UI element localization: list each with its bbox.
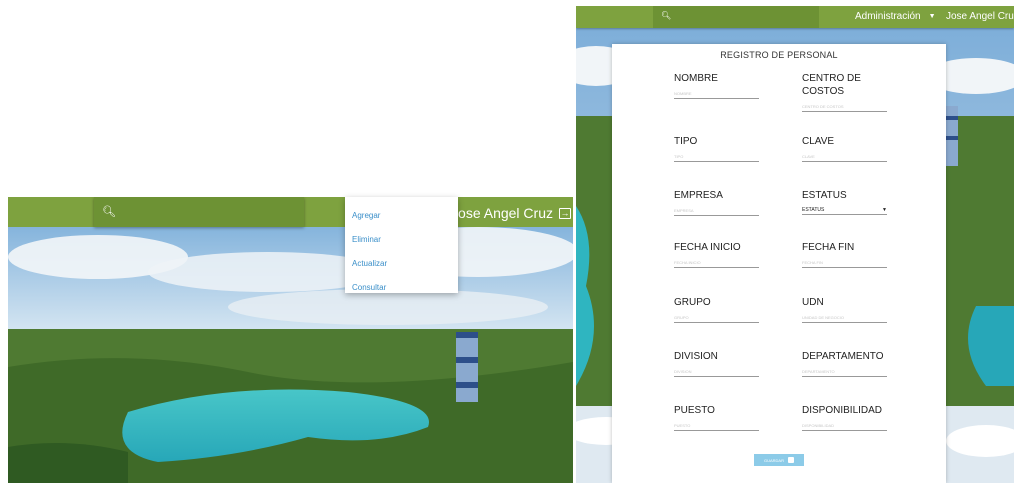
search-box[interactable]: 🔍︎	[94, 197, 304, 227]
field-disponibilidad: DISPONIBILIDAD DISPONIBILIDAD	[802, 404, 887, 431]
field-label: FECHA INICIO	[674, 242, 741, 253]
empresa-input[interactable]: EMPRESA	[674, 207, 759, 216]
top-nav-bar: 🔍︎ Jose Angel Cruz →	[8, 197, 573, 227]
search-icon: 🔍︎	[102, 206, 116, 218]
save-disk-icon	[788, 457, 794, 463]
nombre-input[interactable]: NOMBRE	[674, 90, 759, 99]
field-label: CLAVE	[802, 136, 835, 147]
puesto-input[interactable]: PUESTO	[674, 422, 759, 431]
field-centro-costos: CENTRO DE COSTOS CENTRO DE COSTOS	[802, 72, 887, 112]
field-label: FECHA FIN	[802, 242, 855, 253]
field-grupo: GRUPO GRUPO	[674, 296, 759, 323]
clave-input[interactable]: CLAVE	[802, 153, 887, 162]
field-fecha-fin: FECHA FIN FECHA FIN	[802, 241, 887, 268]
field-estatus: ESTATUS ESTATUS ▼	[802, 189, 887, 215]
field-label: EMPRESA	[674, 190, 723, 201]
caret-down-icon: ▼	[928, 13, 936, 20]
field-label: GRUPO	[674, 297, 711, 308]
disponibilidad-input[interactable]: DISPONIBILIDAD	[802, 422, 887, 431]
user-name[interactable]: Jose Angel Cruz	[946, 11, 1014, 22]
field-empresa: EMPRESA EMPRESA	[674, 189, 759, 216]
right-panel: 🔍︎ Administración ▼ Jose Angel Cruz REGI…	[576, 6, 1014, 483]
save-button[interactable]: GUARDAR	[754, 454, 804, 466]
grupo-input[interactable]: GRUPO	[674, 314, 759, 323]
field-label: NOMBRE	[674, 73, 718, 84]
admin-menu[interactable]: Administración ▼	[855, 11, 936, 22]
field-udn: UDN UNIDAD DE NEGOCIO	[802, 296, 887, 323]
select-value: ESTATUS	[802, 207, 825, 213]
search-box[interactable]: 🔍︎	[653, 6, 819, 28]
centro-costos-input[interactable]: CENTRO DE COSTOS	[802, 103, 887, 112]
tipo-input[interactable]: TIPO	[674, 153, 759, 162]
field-label: DISPONIBILIDAD	[802, 405, 883, 416]
field-puesto: PUESTO PUESTO	[674, 404, 759, 431]
departamento-input[interactable]: DEPARTAMENTO	[802, 368, 887, 377]
menu-item-agregar[interactable]: Agregar	[345, 203, 458, 227]
admin-label: Administración	[855, 11, 921, 22]
field-label: TIPO	[674, 136, 698, 147]
form-title: REGISTRO DE PERSONAL	[720, 50, 838, 60]
field-label: CENTRO DE COSTOS	[802, 73, 861, 97]
field-departamento: DEPARTAMENTO DEPARTAMENTO	[802, 350, 887, 377]
field-tipo: TIPO TIPO	[674, 135, 759, 162]
field-label: PUESTO	[674, 405, 715, 416]
field-label: UDN	[802, 297, 824, 308]
field-clave: CLAVE CLAVE	[802, 135, 887, 162]
top-nav-bar: 🔍︎ Administración ▼ Jose Angel Cruz	[576, 6, 1014, 28]
user-menu[interactable]: Jose Angel Cruz →	[451, 203, 573, 223]
logout-icon[interactable]: →	[559, 207, 571, 219]
field-division: DIVISION DIVISION	[674, 350, 759, 377]
search-icon: 🔍︎	[661, 11, 672, 20]
landscape-background	[8, 197, 573, 483]
caret-down-icon: ▼	[882, 207, 887, 213]
field-nombre: NOMBRE NOMBRE	[674, 72, 759, 99]
menu-item-actualizar[interactable]: Actualizar	[345, 251, 458, 275]
division-input[interactable]: DIVISION	[674, 368, 759, 377]
registration-form: REGISTRO DE PERSONAL NOMBRE NOMBRE CENTR…	[612, 44, 946, 483]
estatus-select[interactable]: ESTATUS ▼	[802, 206, 887, 215]
udn-input[interactable]: UNIDAD DE NEGOCIO	[802, 314, 887, 323]
fecha-inicio-input[interactable]: FECHA INICIO	[674, 259, 759, 268]
field-label: DEPARTAMENTO	[802, 351, 884, 362]
dropdown-menu: Agregar Eliminar Actualizar Consultar	[345, 197, 458, 293]
field-label: ESTATUS	[802, 190, 847, 201]
save-label: GUARDAR	[763, 457, 784, 463]
menu-item-eliminar[interactable]: Eliminar	[345, 227, 458, 251]
field-fecha-inicio: FECHA INICIO FECHA INICIO	[674, 241, 759, 268]
menu-item-consultar[interactable]: Consultar	[345, 275, 458, 299]
user-name: Jose Angel Cruz	[451, 205, 553, 221]
left-panel: 🔍︎ Jose Angel Cruz →	[8, 197, 573, 483]
fecha-fin-input[interactable]: FECHA FIN	[802, 259, 887, 268]
field-label: DIVISION	[674, 351, 718, 362]
